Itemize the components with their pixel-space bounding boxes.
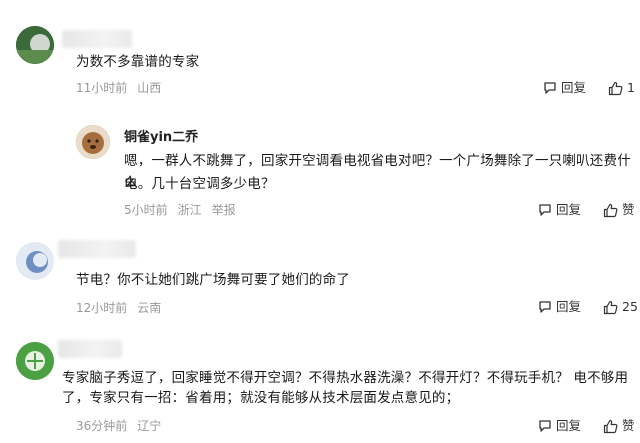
comment-actions: 回复 1 — [543, 79, 635, 97]
thumbs-up-icon — [603, 419, 618, 433]
location: 浙江 — [177, 203, 202, 217]
reply-meta: 5小时前 浙江 举报 — [124, 202, 246, 218]
username-blurred — [58, 240, 136, 258]
like-button[interactable]: 25 — [603, 298, 638, 316]
avatar[interactable] — [16, 342, 54, 380]
timestamp: 11小时前 — [76, 81, 128, 95]
comment-text-line2: 了，专家只有一招：省着用；就没有能够从技术层面发点意见的； — [62, 390, 460, 406]
thumbs-up-icon — [603, 300, 618, 314]
username-blurred — [58, 340, 122, 358]
like-button[interactable]: 赞 — [603, 201, 635, 219]
timestamp: 5小时前 — [124, 203, 168, 217]
comment-icon — [539, 420, 551, 432]
comment-text: 为数不多靠谱的专家 — [76, 54, 200, 70]
reply-text-line2: 电。几十台空调多少电？ — [124, 176, 275, 192]
comment-icon — [539, 204, 551, 216]
reply-button[interactable]: 回复 — [543, 79, 586, 97]
comment-meta: 11小时前 山西 — [76, 80, 171, 96]
comment-icon — [539, 301, 551, 313]
comment-3: 节电？你不让她们跳广场舞可要了她们的命了 12小时前 云南 回复 25 — [0, 230, 640, 330]
thumbs-up-icon — [603, 203, 618, 217]
comment-meta: 36分钟前 辽宁 — [76, 418, 171, 434]
report-link[interactable]: 举报 — [212, 203, 236, 217]
comment-meta: 12小时前 云南 — [76, 300, 171, 316]
location: 山西 — [137, 81, 162, 95]
comment-icon — [544, 82, 556, 94]
reply-button[interactable]: 回复 — [538, 201, 581, 219]
comment-4: 专家脑子秀逗了，回家睡觉不得开空调？不得热水器洗澡？不得开灯？不得玩手机？ 电不… — [0, 330, 640, 443]
reply-actions: 回复 赞 — [538, 201, 635, 219]
location: 辽宁 — [137, 419, 162, 433]
reply-button[interactable]: 回复 — [538, 298, 581, 316]
comment-actions: 回复 赞 — [538, 417, 635, 435]
like-button[interactable]: 赞 — [603, 417, 635, 435]
avatar[interactable] — [76, 125, 110, 159]
thumbs-up-icon — [608, 81, 623, 95]
timestamp: 12小时前 — [76, 301, 128, 315]
comment-1: 为数不多靠谱的专家 11小时前 山西 回复 1 — [0, 0, 640, 105]
avatar[interactable] — [16, 242, 54, 280]
comment-text: 节电？你不让她们跳广场舞可要了她们的命了 — [76, 272, 350, 288]
avatar[interactable] — [16, 26, 54, 64]
location: 云南 — [137, 301, 162, 315]
like-button[interactable]: 1 — [608, 79, 635, 97]
comment-text-line1: 专家脑子秀逗了，回家睡觉不得开空调？不得热水器洗澡？不得开灯？不得玩手机？ 电不… — [62, 370, 629, 386]
comment-actions: 回复 25 — [538, 298, 638, 316]
reply-author[interactable]: 铜雀yin二乔 — [124, 126, 198, 145]
comment-2-reply: 铜雀yin二乔 嗯，一群人不跳舞了，回家开空调看电视省电对吧？一个广场舞除了一只… — [0, 105, 640, 230]
timestamp: 36分钟前 — [76, 419, 128, 433]
username-blurred — [62, 30, 132, 48]
reply-button[interactable]: 回复 — [538, 417, 581, 435]
